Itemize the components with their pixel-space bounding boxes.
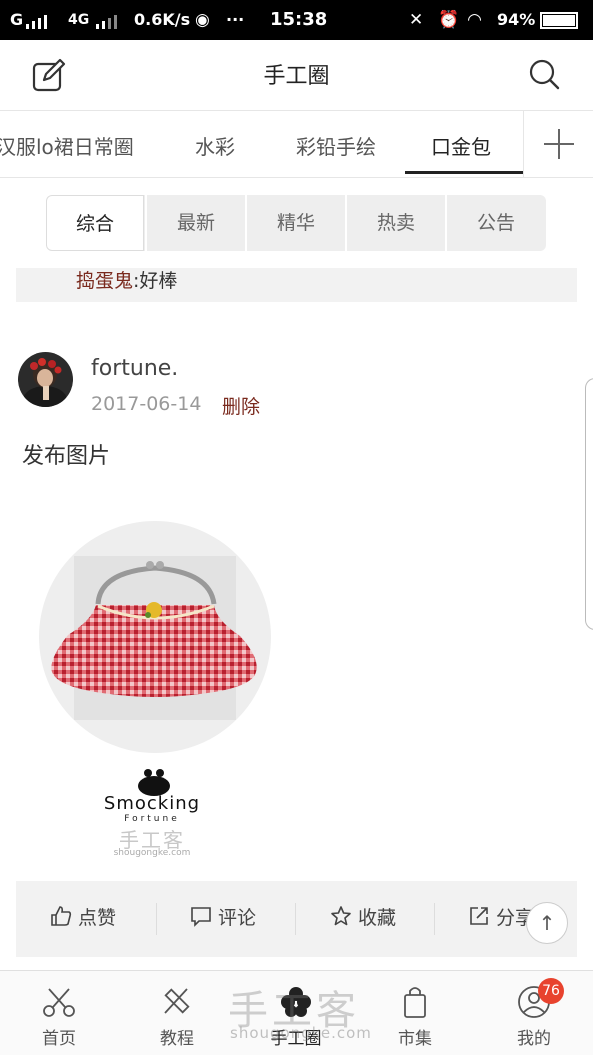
share-icon	[470, 907, 488, 925]
image-brand: Smocking	[103, 793, 201, 814]
favorite-button[interactable]: 收藏	[330, 903, 396, 930]
delete-link[interactable]: 删除	[222, 392, 260, 419]
filter-announcement[interactable]: 公告	[447, 195, 545, 251]
smocking-logo	[138, 769, 170, 796]
tab-watercolor[interactable]: 水彩	[195, 131, 235, 160]
header-bar: 手工圈	[0, 40, 593, 111]
nav-tutorials[interactable]: 教程	[118, 971, 236, 1055]
page-title: 手工圈	[263, 64, 330, 89]
side-drawer-handle[interactable]	[585, 378, 593, 630]
alarm-icon: ⏰	[438, 10, 460, 30]
filter-hot-sale[interactable]: 热卖	[347, 195, 445, 251]
image-watermark-url: shougongke.com	[113, 848, 191, 858]
image-brand-sub: Fortune	[124, 814, 180, 824]
nav-home-label: 首页	[42, 1029, 76, 1049]
comment-icon	[191, 907, 211, 927]
tab-hanfu[interactable]: 汉服lo裙日常圈	[0, 131, 134, 160]
tab-coin-purse[interactable]: 口金包	[431, 131, 491, 160]
comment-author[interactable]: 捣蛋鬼	[76, 270, 133, 292]
arrow-up-icon: ↑	[538, 911, 556, 935]
post-image[interactable]: Smocking Fortune 手工客 shougongke.com	[30, 510, 280, 860]
category-tabs: 汉服lo裙日常圈 水彩 彩铅手绘 口金包	[0, 111, 593, 178]
favorite-label: 收藏	[358, 907, 397, 929]
scissors-icon	[43, 988, 75, 1017]
filter-featured[interactable]: 精华	[247, 195, 345, 251]
comment-preview[interactable]: 捣蛋鬼:好棒	[16, 268, 577, 302]
network-type: 4G	[68, 12, 90, 28]
nav-market[interactable]: 市集	[356, 971, 474, 1055]
tab-colored-pencil[interactable]: 彩铅手绘	[296, 131, 376, 160]
carrier-label: G	[10, 10, 24, 29]
thumbs-up-icon	[51, 906, 72, 926]
nav-tutorials-label: 教程	[160, 1029, 194, 1049]
signal-icon-2	[96, 13, 126, 29]
plus-icon	[544, 129, 574, 159]
filter-comprehensive[interactable]: 综合	[46, 195, 144, 251]
signal-icon	[26, 13, 62, 29]
comment-line: 捣蛋鬼:好棒	[76, 266, 177, 293]
post-text: 发布图片	[22, 444, 111, 469]
active-tab-indicator	[405, 171, 523, 174]
comment-button[interactable]: 评论	[190, 903, 256, 930]
filter-latest[interactable]: 最新	[147, 195, 245, 251]
avatar[interactable]	[18, 352, 73, 407]
comment-label: 评论	[218, 907, 257, 929]
divider	[156, 903, 157, 935]
mute-icon: ✕	[409, 10, 424, 30]
scroll-to-top-button[interactable]: ↑	[526, 902, 568, 944]
filter-segmented-control: 综合 最新 精华 热卖 公告	[46, 195, 546, 251]
like-button[interactable]: 点赞	[50, 903, 116, 930]
wifi-icon: ◠	[468, 10, 482, 30]
like-label: 点赞	[78, 907, 117, 929]
battery-percent: 94%	[497, 10, 536, 29]
nav-market-label: 市集	[398, 1029, 432, 1049]
nav-home[interactable]: 首页	[0, 971, 118, 1055]
comment-text: 好棒	[139, 270, 178, 292]
notification-badge: 76	[538, 978, 564, 1004]
divider	[295, 903, 296, 935]
clock: 15:38	[270, 9, 328, 30]
post-date: 2017-06-14	[91, 393, 202, 415]
status-bar: G 4G 0.6K/s ◉ ··· 15:38 ✕ ⏰ ◠ 94%	[0, 0, 593, 40]
watermark-url: shougongke.com	[230, 1024, 372, 1042]
add-tab-button[interactable]	[523, 111, 593, 177]
nav-profile-label: 我的	[517, 1029, 551, 1049]
share-button[interactable]: 分享	[468, 903, 534, 930]
nav-profile[interactable]: 我的	[475, 971, 593, 1055]
pencil-ruler-icon	[164, 988, 190, 1014]
more-dots: ···	[226, 10, 245, 29]
weibo-icon: ◉	[195, 10, 210, 30]
post-action-bar: 点赞 评论 收藏 分享	[16, 881, 577, 957]
search-icon[interactable]	[528, 58, 560, 92]
shopping-bag-icon	[404, 987, 426, 1018]
post-username[interactable]: fortune.	[91, 356, 178, 381]
net-speed: 0.6K/s	[134, 10, 191, 29]
star-icon	[331, 906, 351, 926]
battery-icon	[540, 12, 578, 29]
divider	[434, 903, 435, 935]
